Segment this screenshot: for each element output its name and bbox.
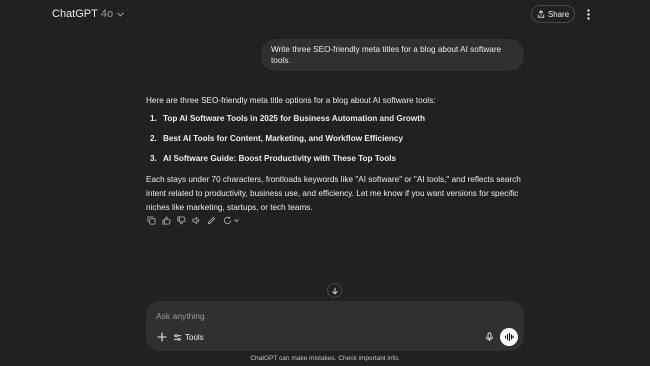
share-label: Share: [547, 9, 570, 19]
meta-title-list: 1. Top AI Software Tools in 2025 for Bus…: [146, 113, 526, 165]
list-item-number: 2.: [150, 134, 157, 143]
model-switcher[interactable]: ChatGPT 4o: [52, 7, 125, 21]
model-name: ChatGPT: [52, 8, 98, 20]
assistant-intro: Here are three SEO-friendly meta title o…: [146, 96, 436, 105]
list-item-number: 3.: [150, 154, 157, 163]
list-item-text: AI Software Guide: Boost Productivity wi…: [163, 154, 397, 163]
copy-button[interactable]: [146, 215, 157, 226]
list-item: 1. Top AI Software Tools in 2025 for Bus…: [146, 113, 526, 125]
chevron-down-icon: [117, 12, 124, 17]
copy-icon: [147, 215, 156, 225]
more-options-button[interactable]: [582, 7, 594, 21]
message-actions: [146, 214, 241, 226]
thumbs-down-icon: [177, 215, 186, 225]
composer: Tools: [146, 301, 524, 351]
tools-button[interactable]: Tools: [173, 331, 204, 343]
user-message-text: Write three SEO-friendly meta titles for…: [271, 45, 502, 65]
dictate-button[interactable]: [483, 331, 495, 343]
refresh-icon: [223, 216, 231, 224]
microphone-icon: [485, 332, 493, 342]
voice-waveform-icon: [504, 332, 514, 342]
add-attachment-button[interactable]: [156, 331, 168, 343]
list-item-text: Best AI Tools for Content, Marketing, an…: [163, 134, 404, 143]
thumbs-down-button[interactable]: [176, 215, 187, 226]
voice-mode-button[interactable]: [500, 328, 518, 346]
list-item: 3. AI Software Guide: Boost Productivity…: [146, 153, 526, 165]
scroll-to-bottom-button[interactable]: [327, 283, 342, 298]
assistant-closing: Each stays under 70 characters, frontloa…: [146, 175, 521, 212]
disclaimer-text: ChatGPT can make mistakes. Check importa…: [250, 355, 400, 362]
sliders-icon: [173, 333, 182, 341]
top-bar: ChatGPT 4o Share: [0, 0, 650, 28]
share-button[interactable]: Share: [531, 5, 575, 23]
tools-label: Tools: [185, 332, 204, 342]
thumbs-up-icon: [162, 215, 171, 225]
edit-in-canvas-button[interactable]: [206, 215, 217, 226]
switch-model-button[interactable]: [221, 215, 241, 226]
user-message-bubble: Write three SEO-friendly meta titles for…: [261, 39, 524, 71]
assistant-message: Here are three SEO-friendly meta title o…: [146, 95, 526, 215]
share-icon: [537, 10, 545, 18]
model-version: 4o: [100, 8, 114, 20]
list-item-text: Top AI Software Tools in 2025 for Busine…: [163, 114, 426, 123]
pencil-icon: [207, 216, 216, 224]
chevron-down-icon: [233, 218, 239, 222]
read-aloud-button[interactable]: [191, 215, 202, 226]
arrow-down-icon: [331, 287, 338, 294]
speaker-icon: [192, 216, 200, 224]
list-item-number: 1.: [150, 114, 157, 123]
plus-icon: [157, 332, 167, 342]
more-vertical-icon: [586, 8, 590, 20]
prompt-input[interactable]: [156, 310, 456, 322]
thumbs-up-button[interactable]: [161, 215, 172, 226]
list-item: 2. Best AI Tools for Content, Marketing,…: [146, 133, 526, 145]
